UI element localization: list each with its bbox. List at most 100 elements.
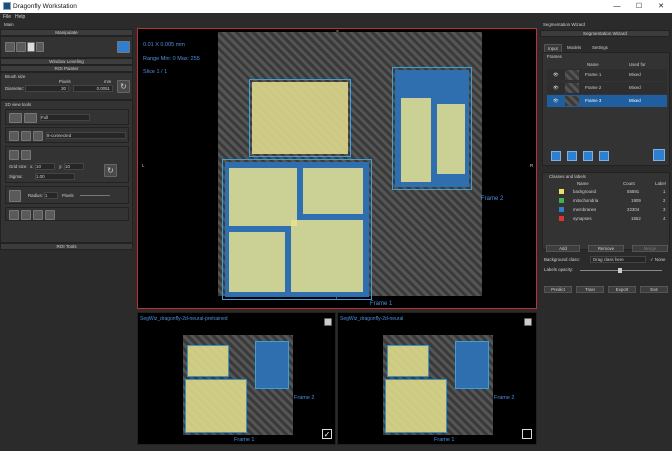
brush-size-section: Brush size Pixels mm Diameter: 20 0.0051…	[0, 72, 133, 100]
radius-icon[interactable]	[9, 190, 21, 202]
page-icon[interactable]	[27, 42, 35, 52]
sigma-label: Sigma:	[9, 174, 23, 179]
brush-icon[interactable]	[9, 113, 22, 123]
wand-icon[interactable]	[21, 131, 31, 141]
layers-icon[interactable]	[36, 42, 44, 52]
class-label: 4	[663, 216, 666, 221]
mode-select[interactable]: Full	[40, 114, 90, 121]
bottom-view-1-frame1: Frame 1	[234, 437, 255, 443]
tools-2d-label: 2D view tools	[5, 102, 32, 107]
import-frame-icon[interactable]	[567, 151, 577, 161]
classes-col-count: Count	[623, 181, 635, 186]
class-color-swatch[interactable]	[559, 207, 564, 212]
add-class-button[interactable]: Add	[546, 245, 580, 252]
tab-models[interactable]: Models	[564, 44, 584, 51]
sigma-input[interactable]: 1.00	[35, 173, 75, 180]
class-color-swatch[interactable]	[559, 189, 564, 194]
grid-reset-icon[interactable]: ↻	[104, 164, 117, 177]
radius-input[interactable]: 1	[44, 192, 58, 199]
delete-frame-icon[interactable]	[599, 151, 609, 161]
frame-row[interactable]: 👁 Frame 1 Mixed	[547, 69, 667, 81]
radius-slider[interactable]	[80, 195, 110, 196]
bottom-view-2-expand-icon[interactable]	[524, 318, 532, 326]
bg-none-checkbox[interactable]: ✓ None	[650, 257, 665, 263]
frame-row[interactable]: 👁 Frame 2 Mixed	[547, 82, 667, 94]
tab-settings[interactable]: Settings	[589, 44, 611, 51]
class-row[interactable]: background 55591 1	[545, 188, 669, 196]
roi-painter-header[interactable]: ROI Painter	[0, 65, 133, 72]
grid-tool2-icon[interactable]	[21, 150, 31, 160]
bottom-view-2-checkbox[interactable]	[522, 429, 532, 439]
ellipse-icon[interactable]	[21, 210, 31, 220]
frame-name: Frame 3	[585, 98, 602, 103]
bg-class-label: Background class:	[544, 257, 580, 262]
train-button[interactable]: Train	[576, 286, 604, 293]
grid-x-input[interactable]: 10	[35, 163, 55, 170]
add-frame-icon[interactable]	[551, 151, 561, 161]
predict-button[interactable]: Predict	[544, 286, 572, 293]
bottom-view-1[interactable]: SegWiz_dragonfly-2d-neural-pretrained Fr…	[137, 312, 336, 445]
bg-none-label: None	[654, 257, 666, 262]
classes-title: Classes and labels	[549, 174, 586, 179]
seg-wizard-header[interactable]: Segmentation Wizard	[540, 30, 670, 37]
grid-icon[interactable]	[16, 42, 26, 52]
bottom-view-1-expand-icon[interactable]	[324, 318, 332, 326]
bottom-view-2-frame2: Frame 2	[494, 395, 515, 401]
window-leveling-header[interactable]: Window Leveling	[0, 58, 133, 65]
transform-icon[interactable]	[5, 42, 15, 52]
remove-class-button[interactable]: Remove	[588, 245, 624, 252]
radius-label: Radius:	[28, 193, 43, 198]
diameter-mm-input[interactable]: 0.0051	[73, 85, 113, 92]
y-label: y:	[59, 164, 63, 169]
fill-icon[interactable]	[33, 131, 43, 141]
merge-class-button[interactable]: Merge	[632, 245, 668, 252]
class-row[interactable]: mitochondria 1909 2	[545, 197, 669, 205]
export-button[interactable]: Export	[608, 286, 636, 293]
class-name: mitochondria	[573, 198, 599, 203]
pixels-label: Pixels	[59, 79, 71, 84]
opacity-slider-handle[interactable]	[618, 268, 622, 273]
grid-size-label: Grid size:	[9, 164, 28, 169]
exit-button[interactable]: Exit	[640, 286, 668, 293]
fill-box: 8-connected	[5, 127, 129, 143]
grid-y-input[interactable]: 10	[64, 163, 84, 170]
bottom-view-2[interactable]: SegWiz_dragonfly-2d-neural Frame 2 Frame…	[337, 312, 537, 445]
eraser-icon[interactable]	[24, 113, 37, 123]
grid-box: Grid size: x: 10 y: 10 Sigma: 1.00 ↻	[5, 146, 129, 183]
class-row[interactable]: membranes 22304 3	[545, 206, 669, 214]
frame-row-selected[interactable]: 👁 Frame 3 Mixed	[547, 95, 667, 107]
manipulate-header[interactable]: Manipulate	[0, 29, 133, 36]
menu-file[interactable]: File	[3, 14, 11, 20]
connectivity-select[interactable]: 8-connected	[46, 132, 126, 139]
class-label: 2	[663, 198, 666, 203]
bottom-view-1-image	[183, 335, 293, 435]
slice-text: Slice 1 / 1	[143, 69, 168, 75]
bottom-view-1-checkbox[interactable]: ✓	[322, 429, 332, 439]
class-color-swatch[interactable]	[559, 216, 564, 221]
fit-view-icon[interactable]	[117, 41, 130, 53]
classes-section: Classes and labels Name Count Label back…	[542, 172, 670, 250]
save-frame-icon[interactable]	[583, 151, 593, 161]
class-label: 3	[663, 207, 666, 212]
menu-help[interactable]: Help	[15, 14, 25, 20]
close-button[interactable]: ✕	[654, 1, 668, 12]
class-row[interactable]: synapses 1552 4	[545, 215, 669, 223]
frame2-label: Frame 2	[481, 196, 504, 202]
rect-icon[interactable]	[9, 210, 19, 220]
bg-class-dropzone[interactable]: Drag class here	[590, 256, 646, 263]
circle-icon[interactable]	[33, 210, 43, 220]
maximize-button[interactable]: ☐	[632, 1, 646, 12]
minimize-button[interactable]: —	[610, 1, 624, 12]
stats-icon[interactable]	[653, 149, 665, 161]
class-color-swatch[interactable]	[559, 198, 564, 203]
class-count: 22304	[627, 207, 640, 212]
opacity-label: Labels opacity:	[544, 267, 574, 272]
polygon-icon[interactable]	[45, 210, 55, 220]
main-view[interactable]: 0.01 X 0.005 mm Range Min: 0 Max: 255 Sl…	[137, 28, 537, 309]
pointer-icon[interactable]	[9, 131, 19, 141]
grid-tool-icon[interactable]	[9, 150, 19, 160]
main-label: Main	[4, 22, 14, 27]
diameter-px-input[interactable]: 20	[25, 85, 69, 92]
reset-icon[interactable]: ↻	[117, 80, 130, 93]
roi-tools-header[interactable]: ROI Tools	[0, 243, 133, 250]
